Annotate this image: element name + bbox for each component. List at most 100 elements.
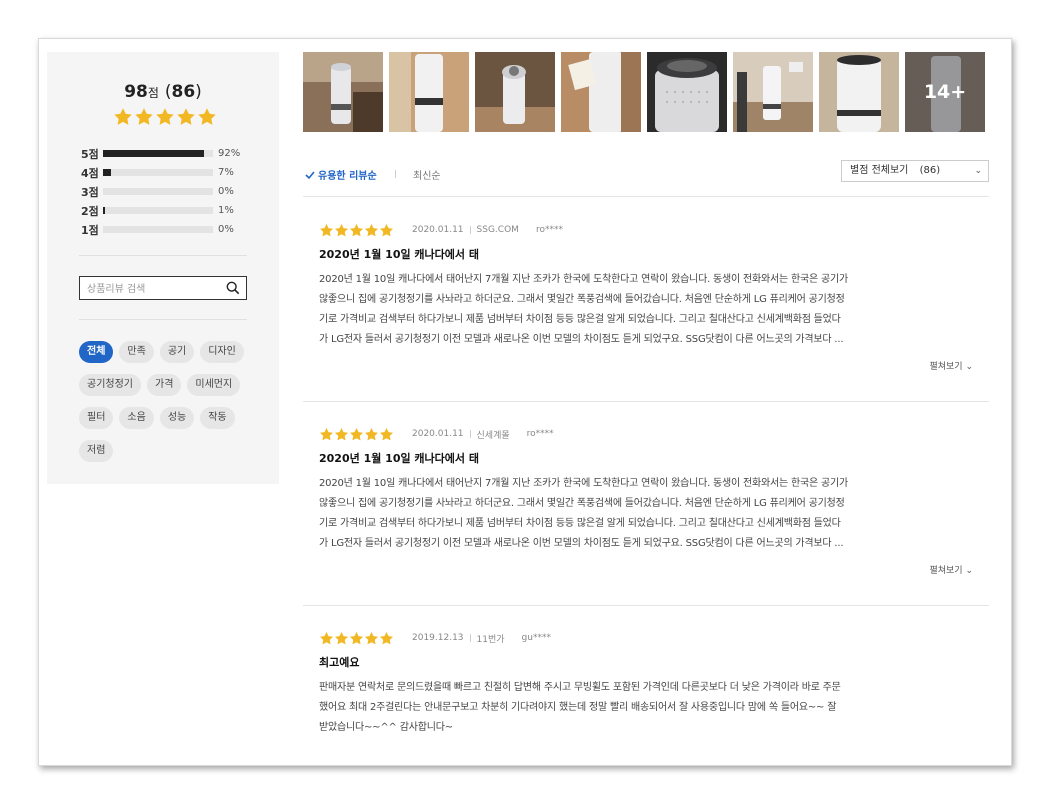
star-icon bbox=[320, 427, 333, 440]
star-filter-label: 별점 전체보기 bbox=[850, 165, 909, 176]
rating-bar-fill bbox=[103, 169, 111, 176]
rating-percent: 92% bbox=[218, 148, 241, 159]
tag-all[interactable]: 전체 bbox=[79, 341, 114, 363]
review-source: 11번가 bbox=[476, 634, 505, 645]
review-item: 2020.01.11 SSG.COM ro**** 2020년 1월 10일 캐… bbox=[303, 222, 989, 402]
review-stars bbox=[319, 631, 394, 646]
expand-review-button[interactable]: 펼쳐보기 ⌄ bbox=[929, 359, 973, 372]
star-icon bbox=[156, 108, 174, 125]
more-photos-count: 14+ bbox=[905, 52, 985, 132]
divider bbox=[395, 170, 396, 178]
sort-latest-button[interactable]: 최신순 bbox=[413, 167, 441, 182]
expand-review-button[interactable]: 펼쳐보기 ⌄ bbox=[929, 563, 973, 576]
rating-label: 4점 bbox=[81, 166, 99, 180]
chevron-down-icon: ⌄ bbox=[965, 362, 973, 372]
star-icon bbox=[365, 427, 378, 440]
star-icon bbox=[177, 108, 195, 125]
review-line: 않좋으니 집에 공기청정기를 사놔라고 하더군요. 그래서 몇일간 폭풍검색에 … bbox=[319, 498, 845, 509]
review-stars bbox=[319, 427, 394, 442]
star-icon bbox=[335, 631, 348, 644]
tag-performance[interactable]: 성능 bbox=[159, 407, 195, 429]
rating-distribution: 5점 92% 4점 7% 3점 0% 2점 1% 1점 0% bbox=[81, 144, 240, 239]
tag-cheap[interactable]: 저렴 bbox=[79, 440, 114, 462]
tag-air[interactable]: 공기 bbox=[159, 341, 195, 363]
rating-bar-fill bbox=[103, 150, 205, 157]
star-icon bbox=[335, 223, 348, 236]
review-line: 않좋으니 집에 공기청정기를 사놔라고 하더군요. 그래서 몇일간 폭풍검색에 … bbox=[319, 294, 845, 305]
review-line: 받았습니다~~^^ 감사합니다~ bbox=[319, 722, 453, 733]
tag-design[interactable]: 디자인 bbox=[200, 341, 244, 363]
divider bbox=[303, 605, 989, 606]
review-photo-strip: 14+ bbox=[303, 52, 985, 132]
review-photo[interactable] bbox=[647, 52, 727, 132]
review-stars bbox=[319, 223, 394, 238]
review-line: 2020년 1월 10일 캐나다에서 태어난지 7개월 지난 조카가 한국에 도… bbox=[319, 274, 848, 285]
review-date: 2020.01.11 bbox=[412, 225, 464, 235]
review-date: 2019.12.13 bbox=[412, 633, 464, 643]
star-icon bbox=[198, 108, 216, 125]
rating-bar-fill bbox=[103, 207, 105, 214]
chevron-down-icon: ⌄ bbox=[965, 566, 973, 576]
tag-air-purifier[interactable]: 공기청정기 bbox=[79, 374, 141, 396]
review-header: 2020.01.11 신세계몰 ro**** bbox=[319, 426, 554, 442]
divider bbox=[79, 255, 247, 256]
review-photo[interactable] bbox=[819, 52, 899, 132]
review-photo-more[interactable]: 14+ bbox=[905, 52, 985, 132]
review-item: 2020.01.11 신세계몰 ro**** 2020년 1월 10일 캐나다에… bbox=[303, 426, 989, 606]
review-line: 가 LG전자 들러서 공기청정기 이전 모델과 새로나온 이번 모델의 차이점도… bbox=[319, 334, 844, 345]
average-score: 98점 (86) bbox=[124, 82, 202, 102]
rating-row-4: 4점 7% bbox=[81, 163, 240, 182]
review-source: 신세계몰 bbox=[476, 430, 510, 441]
review-title: 2020년 1월 10일 캐나다에서 태 bbox=[319, 452, 479, 465]
tag-operation[interactable]: 작동 bbox=[200, 407, 235, 429]
review-date: 2020.01.11 bbox=[412, 429, 464, 439]
review-photo[interactable] bbox=[303, 52, 383, 132]
star-icon bbox=[380, 223, 393, 236]
star-filter-dropdown[interactable]: 별점 전체보기 (86) ⌄ bbox=[841, 160, 989, 182]
tag-satisfied[interactable]: 만족 bbox=[119, 341, 154, 363]
review-photo[interactable] bbox=[561, 52, 641, 132]
rating-label: 5점 bbox=[81, 147, 99, 161]
tag-noise[interactable]: 소음 bbox=[119, 407, 154, 429]
tag-fine-dust[interactable]: 미세먼지 bbox=[187, 374, 241, 396]
rating-row-1: 1점 0% bbox=[81, 220, 240, 239]
review-photo[interactable] bbox=[733, 52, 813, 132]
review-title: 최고예요 bbox=[319, 656, 360, 669]
tag-filter[interactable]: 필터 bbox=[79, 407, 114, 429]
sort-helpful-label: 유용한 리뷰순 bbox=[318, 171, 377, 182]
review-line: 기로 가격비교 검색부터 하다가보니 제품 넘버부터 차이점 등등 많은걸 알게… bbox=[319, 314, 841, 325]
review-search-input[interactable] bbox=[80, 278, 220, 301]
review-panel: 98점 (86) 5점 92% 4점 7% 3점 0% 2점 1% 1점 0% … bbox=[38, 38, 1012, 766]
search-icon[interactable] bbox=[226, 281, 240, 295]
star-icon bbox=[365, 631, 378, 644]
review-photo[interactable] bbox=[475, 52, 555, 132]
review-meta: 2019.12.13 11번가 gu**** bbox=[412, 632, 551, 645]
star-icon bbox=[350, 631, 363, 644]
review-header: 2020.01.11 SSG.COM ro**** bbox=[319, 222, 563, 238]
star-icon bbox=[335, 427, 348, 440]
star-filter-count: (86) bbox=[919, 165, 941, 176]
tag-price[interactable]: 가격 bbox=[147, 374, 182, 396]
rating-bar bbox=[103, 207, 213, 214]
rating-label: 3점 bbox=[81, 185, 99, 199]
star-icon bbox=[365, 223, 378, 236]
sort-helpful-button[interactable]: 유용한 리뷰순 bbox=[305, 167, 377, 182]
review-user: ro**** bbox=[526, 429, 554, 439]
rating-bar bbox=[103, 150, 213, 157]
review-user: gu**** bbox=[521, 633, 551, 643]
review-meta: 2020.01.11 SSG.COM ro**** bbox=[412, 225, 563, 235]
score-unit: 점 bbox=[147, 86, 159, 100]
review-photo[interactable] bbox=[389, 52, 469, 132]
star-icon bbox=[380, 631, 393, 644]
average-stars bbox=[113, 107, 217, 127]
review-title: 2020년 1월 10일 캐나다에서 태 bbox=[319, 248, 479, 261]
chevron-down-icon: ⌄ bbox=[974, 166, 982, 176]
rating-label: 2점 bbox=[81, 204, 99, 218]
star-icon bbox=[350, 427, 363, 440]
review-line: 기로 가격비교 검색부터 하다가보니 제품 넘버부터 차이점 등등 많은걸 알게… bbox=[319, 518, 841, 529]
review-body: 2020년 1월 10일 캐나다에서 태어난지 7개월 지난 조카가 한국에 도… bbox=[319, 270, 971, 350]
star-icon bbox=[114, 108, 132, 125]
review-count: 86 bbox=[171, 82, 196, 102]
star-icon bbox=[320, 631, 333, 644]
review-summary: 98점 (86) 5점 92% 4점 7% 3점 0% 2점 1% 1점 0% … bbox=[47, 52, 279, 484]
